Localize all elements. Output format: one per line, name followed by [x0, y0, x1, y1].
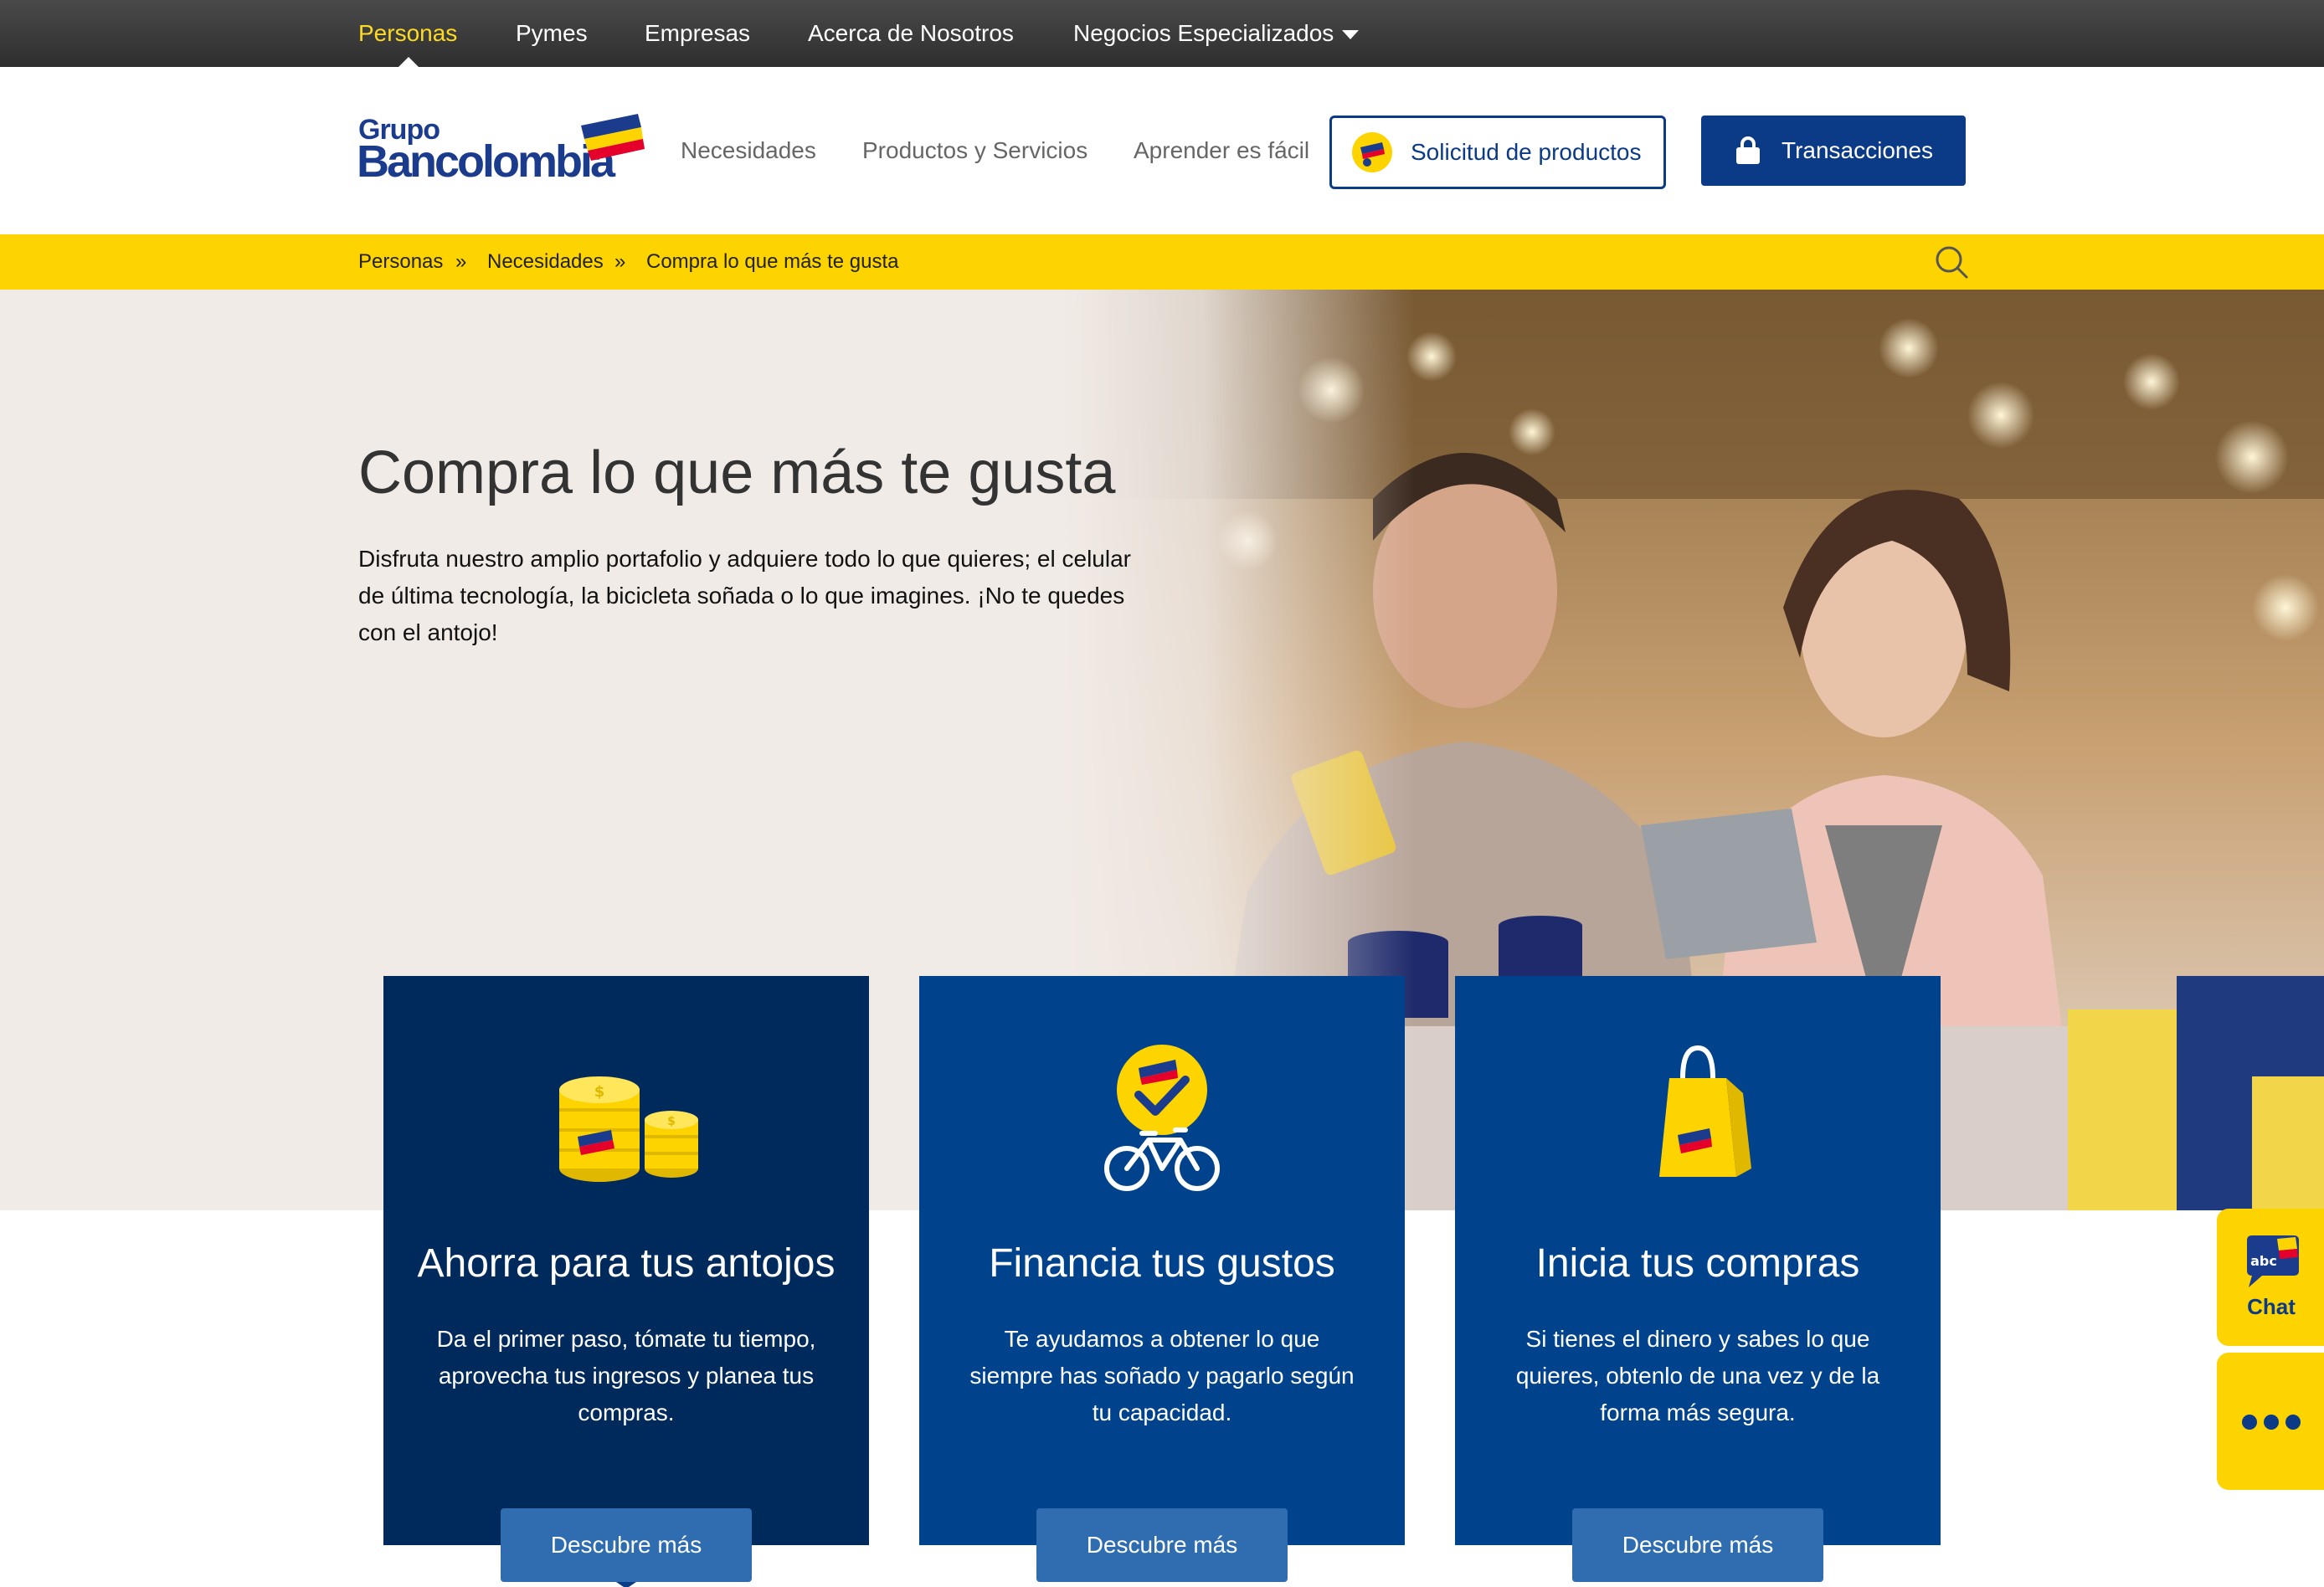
button-label: Descubre más: [550, 1532, 702, 1558]
topnav-negocios-label: Negocios Especializados: [1073, 20, 1334, 46]
card-financia: Financia tus gustos Te ayudamos a obtene…: [919, 976, 1405, 1545]
bancolombia-logo[interactable]: Grupo Bancolombia: [357, 114, 645, 189]
button-label: Descubre más: [1622, 1532, 1774, 1558]
svg-text:$: $: [594, 1083, 605, 1101]
breadcrumb-current: Compra lo que más te gusta: [646, 250, 899, 273]
more-options-icon[interactable]: [2217, 1353, 2324, 1490]
chat-widget[interactable]: abc Chat: [2217, 1209, 2324, 1346]
dot: [2242, 1415, 2257, 1430]
breadcrumb-separator: »: [455, 250, 467, 273]
dot: [2285, 1415, 2301, 1430]
topnav-acerca[interactable]: Acerca de Nosotros: [808, 0, 1014, 67]
logo-flag-icon: [581, 114, 645, 161]
chat-bubble-icon: abc: [2247, 1235, 2299, 1287]
lock-icon: [1736, 136, 1760, 164]
coins-icon: $ $: [559, 1076, 698, 1182]
topnav-negocios[interactable]: Negocios Especializados: [1073, 0, 1360, 67]
hero-description: Disfruta nuestro amplio portafolio y adq…: [358, 546, 1131, 645]
bicycle-icon: [1104, 1045, 1220, 1191]
card-description: Da el primer paso, tómate tu tiempo, apr…: [436, 1326, 816, 1425]
transacciones-label: Transacciones: [1782, 137, 1934, 163]
chat-label: Chat: [2247, 1294, 2296, 1319]
card-title: Inicia tus compras: [1535, 1241, 1860, 1286]
site-header: Grupo Bancolombia Necesidades Productos …: [0, 67, 2324, 234]
nav-aprender[interactable]: Aprender es fácil: [1134, 67, 1309, 234]
breadcrumb: Personas » Necesidades » Compra lo que m…: [0, 234, 2324, 290]
active-pointer-icon: [398, 57, 419, 67]
nav-productos[interactable]: Productos y Servicios: [862, 67, 1087, 234]
card-title: Financia tus gustos: [989, 1241, 1335, 1286]
caret-down-icon: [1342, 30, 1360, 40]
solicitud-productos-button[interactable]: Solicitud de productos: [1329, 116, 1666, 189]
card-inicia: Inicia tus compras Si tienes el dinero y…: [1455, 976, 1941, 1545]
topnav-pymes[interactable]: Pymes: [516, 0, 588, 67]
page-title: Compra lo que más te gusta: [358, 439, 1116, 506]
breadcrumb-separator: »: [614, 250, 626, 273]
descubre-mas-button[interactable]: Descubre más: [501, 1508, 752, 1587]
search-icon[interactable]: [1934, 244, 1969, 280]
card-description: Si tienes el dinero y sabes lo que quier…: [1515, 1326, 1880, 1425]
logo-text-bancolombia: Bancolombia: [357, 136, 615, 187]
top-navigation: Personas Pymes Empresas Acerca de Nosotr…: [0, 0, 2324, 67]
solicitud-label: Solicitud de productos: [1411, 139, 1642, 165]
breadcrumb-personas[interactable]: Personas: [358, 234, 443, 290]
transacciones-button[interactable]: Transacciones: [1701, 116, 1966, 186]
card-title: Ahorra para tus antojos: [417, 1241, 836, 1286]
card-ahorra: $ $ Ahorra para tus antojos Da el primer…: [383, 976, 869, 1545]
dot: [2264, 1415, 2279, 1430]
chat-badge-text: abc: [2250, 1253, 2277, 1269]
svg-text:$: $: [667, 1115, 676, 1128]
nav-necesidades[interactable]: Necesidades: [681, 67, 816, 234]
breadcrumb-necesidades[interactable]: Necesidades: [487, 234, 604, 290]
descubre-mas-button[interactable]: Descubre más: [1572, 1508, 1823, 1582]
button-label: Descubre más: [1086, 1532, 1238, 1558]
descubre-mas-button[interactable]: Descubre más: [1036, 1508, 1288, 1582]
card-description: Te ayudamos a obtener lo que siempre has…: [969, 1326, 1355, 1425]
topnav-empresas[interactable]: Empresas: [645, 0, 750, 67]
product-request-icon: [1352, 132, 1392, 172]
shopping-bag-icon: [1659, 1045, 1751, 1177]
caret-down-icon: [616, 1582, 636, 1587]
